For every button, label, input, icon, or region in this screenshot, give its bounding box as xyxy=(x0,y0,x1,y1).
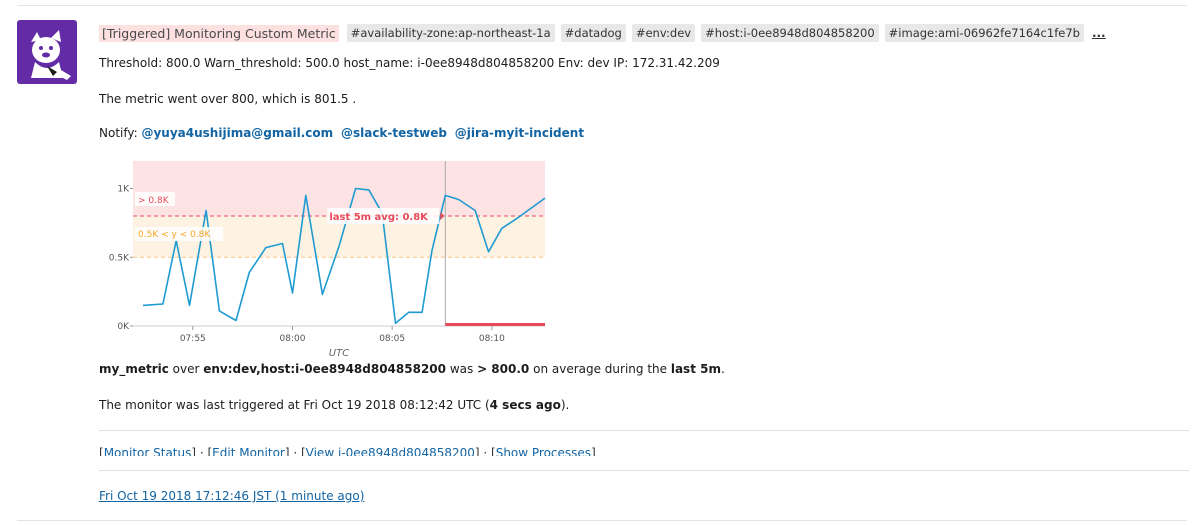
summary-over: over xyxy=(168,362,204,376)
triggered-suffix: ). xyxy=(560,398,570,412)
x-tick-label: 08:05 xyxy=(379,334,405,344)
monitor-status-link[interactable]: Monitor Status xyxy=(104,446,192,456)
message-timestamp-link[interactable]: Fri Oct 19 2018 17:12:46 JST (1 minute a… xyxy=(99,489,364,503)
divider xyxy=(99,430,1189,431)
summary-end: . xyxy=(720,362,725,376)
more-tags-button[interactable]: ... xyxy=(1092,26,1106,40)
triggered-prefix: The monitor was last triggered at Fri Oc… xyxy=(99,398,490,412)
show-processes-link[interactable]: Show Processes xyxy=(496,446,591,456)
x-tick-label: 08:10 xyxy=(479,334,505,344)
summary-metric: my_metric xyxy=(99,362,169,376)
triggered-period-bar xyxy=(445,323,545,326)
y-tick-label: 1K xyxy=(117,185,130,195)
y-tick-label: 0.5K xyxy=(109,253,130,263)
details-line: Threshold: 800.0 Warn_threshold: 500.0 h… xyxy=(99,56,720,70)
tag-datadog[interactable]: #datadog xyxy=(560,24,626,42)
tag-host[interactable]: #host:i-0ee8948d804858200 xyxy=(701,24,879,42)
tag-env[interactable]: #env:dev xyxy=(631,24,696,42)
monitor-links: [Monitor Status] · [Edit Monitor] · [Vie… xyxy=(99,444,596,456)
critical-label: > 0.8K xyxy=(138,196,170,206)
divider xyxy=(99,470,1189,471)
summary-on-avg: on average during the xyxy=(529,362,671,376)
title-row: [Triggered] Monitoring Custom Metric #av… xyxy=(99,22,1189,44)
tag-availability-zone[interactable]: #availability-zone:ap-northeast-1a xyxy=(346,24,555,42)
summary-threshold: > 800.0 xyxy=(477,362,530,376)
view-host-link[interactable]: View i-0ee8948d804858200 xyxy=(306,446,475,456)
mention-slack[interactable]: @slack-testweb xyxy=(341,126,447,140)
mention-email[interactable]: @yuya4ushijima@gmail.com xyxy=(141,126,333,140)
notify-label: Notify: xyxy=(99,126,138,140)
triggered-line: The monitor was last triggered at Fri Oc… xyxy=(99,398,569,412)
alert-message: [Triggered] Monitoring Custom Metric #av… xyxy=(99,22,1189,456)
edit-monitor-link[interactable]: Edit Monitor xyxy=(212,446,285,456)
tag-image[interactable]: #image:ami-06962fe7164c1fe7b xyxy=(884,24,1084,42)
metric-line: The metric went over 800, which is 801.5… xyxy=(99,92,357,106)
alert-title: [Triggered] Monitoring Custom Metric xyxy=(99,24,339,42)
summary-was: was xyxy=(446,362,478,376)
datadog-logo-icon xyxy=(17,20,77,84)
datadog-avatar xyxy=(17,20,77,84)
avg-annotation: last 5m avg: 0.8K xyxy=(329,212,429,223)
bottom-divider xyxy=(17,520,1187,521)
x-tick-label: 08:00 xyxy=(280,334,306,344)
x-tick-label: 07:55 xyxy=(180,334,206,344)
x-axis-label: UTC xyxy=(329,348,349,359)
top-divider xyxy=(17,5,1187,6)
notify-line: Notify: @yuya4ushijima@gmail.com @slack-… xyxy=(99,126,588,140)
warning-label: 0.5K < y < 0.8K xyxy=(138,230,211,240)
summary-scope: env:dev,host:i-0ee8948d804858200 xyxy=(203,362,447,376)
critical-band xyxy=(133,161,545,216)
summary-window: last 5m xyxy=(670,362,721,376)
triggered-ago: 4 secs ago xyxy=(489,398,561,412)
y-tick-label: 0K xyxy=(117,322,130,332)
summary-line: my_metric over env:dev,host:i-0ee8948d80… xyxy=(99,362,725,376)
mention-jira[interactable]: @jira-myit-incident xyxy=(455,126,584,140)
metric-chart: 0K 0.5K 1K 07:55 08:00 08:05 08:10 UTC > 0.8K 0.5… xyxy=(109,161,546,359)
